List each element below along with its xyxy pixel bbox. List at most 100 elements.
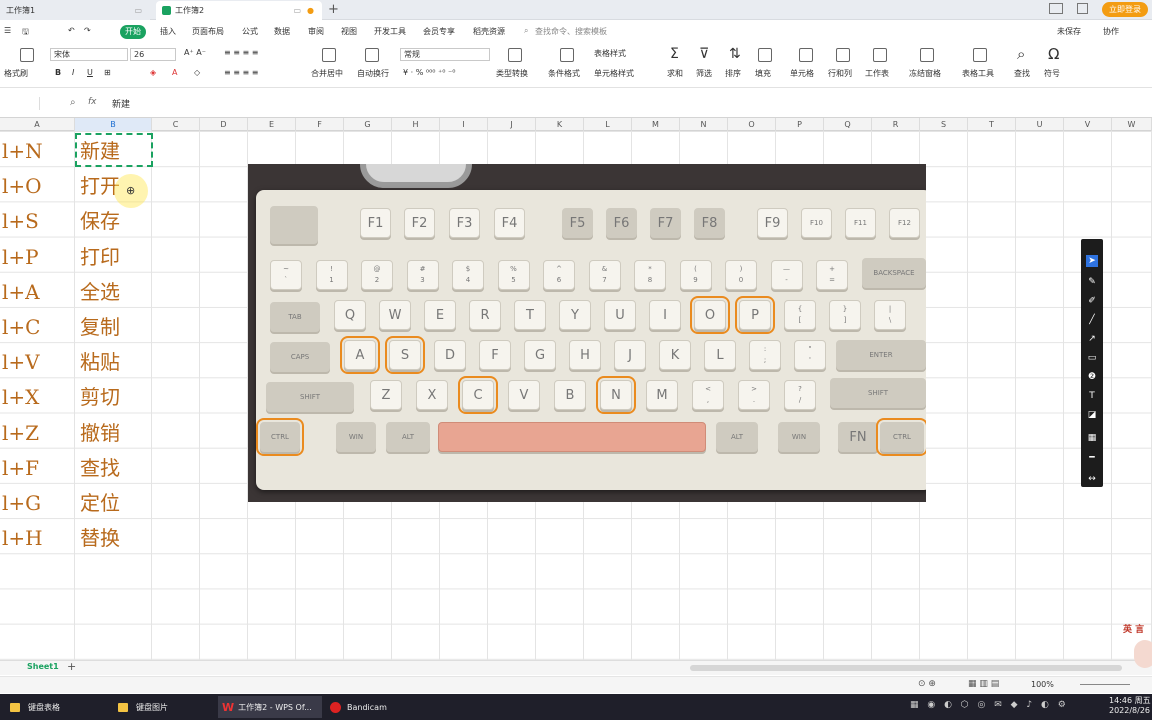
task-bandicam[interactable]: Bandicam: [330, 696, 387, 718]
menu-file-icon[interactable]: ☰: [4, 26, 11, 35]
cell-a[interactable]: l+H: [2, 521, 43, 556]
zoom-level[interactable]: 100%: [1031, 680, 1054, 689]
worksheet-icon[interactable]: [873, 48, 887, 62]
menu-data[interactable]: 数据: [274, 26, 290, 37]
cell-a[interactable]: l+N: [2, 134, 43, 169]
column-header-L[interactable]: L: [584, 118, 632, 131]
convert-icon[interactable]: [508, 48, 522, 62]
merge-center-label[interactable]: 合并居中: [311, 68, 343, 79]
column-header-D[interactable]: D: [200, 118, 248, 131]
worksheet-label[interactable]: 工作表: [865, 68, 889, 79]
menu-review[interactable]: 审阅: [308, 26, 324, 37]
collab-button[interactable]: 协作: [1103, 26, 1119, 37]
column-header-S[interactable]: S: [920, 118, 968, 131]
align-left-icon[interactable]: ≡ ≡ ≡ ≡: [224, 68, 258, 77]
symbol-label[interactable]: 符号: [1044, 68, 1060, 79]
tray-icons[interactable]: ▦ ◉ ◐ ⬡ ◎ ✉ ◆ ♪ ◐ ⚙: [910, 700, 1069, 710]
menu-insert[interactable]: 插入: [160, 26, 176, 37]
font-name-select[interactable]: 宋体: [50, 48, 128, 61]
cell-b[interactable]: 查找: [80, 451, 120, 486]
cell-a[interactable]: l+A: [2, 275, 40, 310]
view-mode-icons[interactable]: ⊙ ⊕: [918, 679, 936, 689]
cell-b[interactable]: 保存: [80, 204, 120, 239]
column-header-W[interactable]: W: [1112, 118, 1152, 131]
text-icon[interactable]: T: [1086, 390, 1098, 402]
column-header-Q[interactable]: Q: [824, 118, 872, 131]
marker-icon[interactable]: ✐: [1086, 295, 1098, 307]
format-painter-icon[interactable]: [20, 48, 34, 62]
number-icon[interactable]: ❷: [1086, 371, 1098, 383]
row-col-label[interactable]: 行和列: [828, 68, 852, 79]
cell-b[interactable]: 复制: [80, 310, 120, 345]
number-format-icons[interactable]: ¥ · % ⁰⁰⁰ ⁺⁰ ⁻⁰: [403, 68, 455, 77]
search-icon[interactable]: ⌕: [524, 26, 528, 36]
column-header-J[interactable]: J: [488, 118, 536, 131]
conditional-label[interactable]: 条件格式: [548, 68, 580, 79]
sort-label[interactable]: 排序: [725, 68, 741, 79]
keyboard-photo[interactable]: F1 F2 F3 F4 F5 F6 F7 F8 F9 F10 F11 F12 ~ ` ! 1 @ 2 # 3 $…: [248, 164, 926, 502]
freeze-icon[interactable]: [920, 48, 934, 62]
table-tools-icon[interactable]: [973, 48, 987, 62]
sum-label[interactable]: 求和: [667, 68, 683, 79]
tab-workbook2[interactable]: 工作簿2 ▭ ●: [156, 1, 322, 20]
clock-date[interactable]: 2022/8/26: [1109, 706, 1150, 715]
find-label[interactable]: 查找: [1014, 68, 1030, 79]
sheet-tab-sheet1[interactable]: Sheet1: [27, 662, 59, 671]
filter-label[interactable]: 筛选: [696, 68, 712, 79]
column-header-P[interactable]: P: [776, 118, 824, 131]
fill-color-icon[interactable]: ◈: [150, 68, 156, 77]
menu-start[interactable]: 开始: [120, 25, 146, 39]
clear-icon[interactable]: ◇: [194, 68, 200, 77]
align-top-icon[interactable]: ≡ ≡ ≡ ≡: [224, 48, 258, 57]
conditional-format-icon[interactable]: [560, 48, 574, 62]
column-header-O[interactable]: O: [728, 118, 776, 131]
column-header-F[interactable]: F: [296, 118, 344, 131]
sort-icon[interactable]: ⇅: [729, 46, 741, 62]
cell-a[interactable]: l+F: [2, 451, 39, 486]
merge-center-icon[interactable]: [322, 48, 336, 62]
fx-icon[interactable]: fx: [88, 97, 97, 107]
sum-icon[interactable]: Σ: [670, 46, 679, 62]
column-header-C[interactable]: C: [152, 118, 200, 131]
column-header-A[interactable]: A: [0, 118, 75, 131]
fill-label[interactable]: 填充: [755, 68, 771, 79]
cell-a[interactable]: l+V: [2, 345, 40, 380]
column-header-K[interactable]: K: [536, 118, 584, 131]
cell-b[interactable]: 打印: [80, 240, 120, 275]
cell-a[interactable]: l+Z: [2, 416, 39, 451]
table-tools-label[interactable]: 表格工具: [962, 68, 994, 79]
border-icon[interactable]: ⊞: [104, 68, 111, 77]
type-convert-label[interactable]: 类型转换: [496, 68, 528, 79]
cell-b[interactable]: 定位: [80, 486, 120, 521]
pointer-icon[interactable]: ➤: [1086, 255, 1098, 267]
underline-icon[interactable]: U: [87, 68, 93, 77]
collapse-icon[interactable]: ↔: [1086, 473, 1098, 485]
horizontal-scrollbar[interactable]: [690, 665, 1122, 671]
cell-b[interactable]: 剪切: [80, 380, 120, 415]
menu-formula[interactable]: 公式: [242, 26, 258, 37]
cell-b[interactable]: 撤销: [80, 416, 120, 451]
grow-font-icon[interactable]: A⁺ A⁻: [184, 48, 206, 57]
pencil-icon[interactable]: ✎: [1086, 276, 1098, 288]
freeze-label[interactable]: 冻结窗格: [909, 68, 941, 79]
column-header-R[interactable]: R: [872, 118, 920, 131]
table-style-label[interactable]: 表格样式: [594, 48, 626, 59]
task-keyboard-image[interactable]: 键盘图片: [118, 696, 168, 718]
menu-member[interactable]: 会员专享: [423, 26, 455, 37]
cell-icon[interactable]: [799, 48, 813, 62]
restore-icon[interactable]: ▭: [293, 6, 301, 15]
unsaved-label[interactable]: 未保存: [1057, 26, 1081, 37]
redo-icon[interactable]: ↷: [84, 26, 91, 35]
column-header-E[interactable]: E: [248, 118, 296, 131]
formula-input[interactable]: 新建: [112, 97, 130, 110]
name-box[interactable]: [0, 97, 40, 110]
bold-icon[interactable]: B: [55, 68, 61, 77]
menu-page-layout[interactable]: 页面布局: [192, 26, 224, 37]
cell-b[interactable]: 全选: [80, 275, 120, 310]
add-sheet-icon[interactable]: +: [67, 660, 76, 673]
close-icon[interactable]: ▭: [134, 6, 142, 15]
command-search[interactable]: 查找命令、搜索模板: [535, 26, 607, 37]
arrow-icon[interactable]: ↗: [1086, 333, 1098, 345]
row-col-icon[interactable]: [836, 48, 850, 62]
column-header-G[interactable]: G: [344, 118, 392, 131]
